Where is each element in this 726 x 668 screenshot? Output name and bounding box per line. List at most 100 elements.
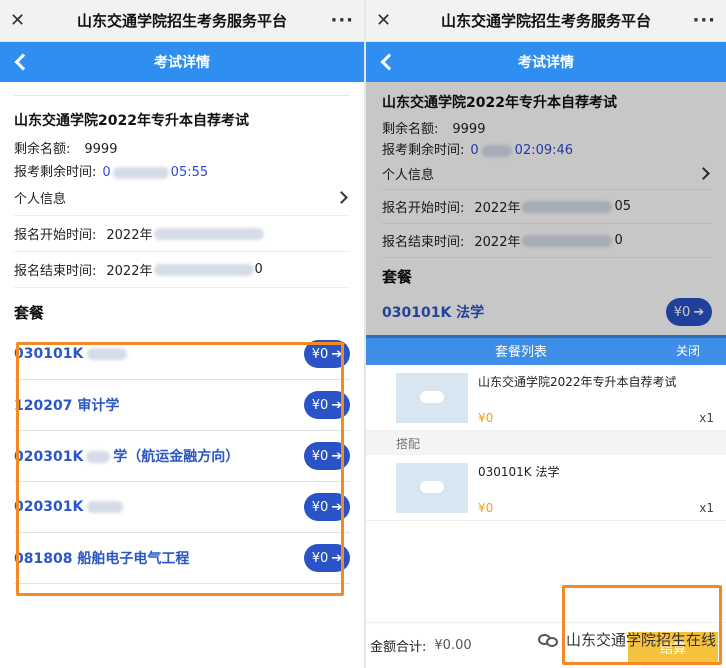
package-item[interactable]: 120207 审计学 ¥0 ➔ <box>14 380 350 431</box>
back-button[interactable] <box>372 46 400 78</box>
personal-info-row[interactable]: 个人信息 <box>382 158 712 190</box>
price-label: ¥0 <box>311 448 329 464</box>
reg-end-tail: 0 <box>254 262 263 277</box>
sheet-title: 套餐列表 <box>494 344 547 360</box>
close-icon[interactable]: ✕ <box>376 11 400 30</box>
sheet-header: 套餐列表 关闭 <box>366 335 726 365</box>
package-code: 020301K <box>14 499 84 515</box>
total-label: 金额合计: <box>370 640 427 655</box>
chevron-right-icon <box>697 167 710 180</box>
reg-start-row: 报名开始时间: 2022年 <box>14 216 350 252</box>
arrow-right-icon: ➔ <box>331 397 343 413</box>
reg-start-label: 报名开始时间: <box>14 228 97 243</box>
image-placeholder-icon <box>396 373 468 423</box>
price-button[interactable]: ¥0 ➔ <box>666 298 712 326</box>
exam-title: 山东交通学院2022年专升本自荐考试 <box>382 95 617 111</box>
countdown: 报考剩余时间: 0 05:55 <box>14 161 350 180</box>
price-button[interactable]: ¥0 ➔ <box>304 391 350 419</box>
packages-heading: 套餐 <box>382 268 413 286</box>
addon-heading: 搭配 <box>366 431 726 455</box>
wechat-icon <box>537 632 560 648</box>
price-label: ¥0 <box>311 346 329 362</box>
chevron-right-icon <box>335 191 348 204</box>
personal-info-label: 个人信息 <box>14 192 67 207</box>
reg-end-label: 报名结束时间: <box>14 264 97 279</box>
more-icon[interactable]: ··· <box>330 10 354 31</box>
packages-heading: 套餐 <box>14 304 45 322</box>
watermark: 山东交通学院招生在线 <box>537 629 716 650</box>
package-item[interactable]: 030101K ¥0 ➔ <box>14 329 350 380</box>
wechat-title: 山东交通学院招生考务服务平台 <box>76 12 287 30</box>
app-header: 考试详情 <box>366 42 726 82</box>
app-header: 考试详情 <box>0 42 364 82</box>
chevron-left-icon <box>380 53 398 71</box>
image-placeholder-icon <box>396 463 468 513</box>
personal-info-row[interactable]: 个人信息 <box>14 180 350 216</box>
arrow-right-icon: ➔ <box>331 346 343 362</box>
close-icon[interactable]: ✕ <box>10 11 34 30</box>
item-name: 山东交通学院2022年专升本自荐考试 <box>478 375 677 389</box>
countdown-label: 报考剩余时间: <box>382 143 465 158</box>
remaining-quota: 剩余名额: 9999 <box>382 118 712 137</box>
remaining-label: 剩余名额: <box>382 122 439 137</box>
package-label: 030101K 法学 <box>382 305 485 321</box>
price-label: ¥0 <box>311 550 329 566</box>
price-label: ¥0 <box>311 397 329 413</box>
wechat-titlebar: ✕ 山东交通学院招生考务服务平台 ··· <box>366 0 726 42</box>
reg-end-label: 报名结束时间: <box>382 235 465 250</box>
package-item[interactable]: 030101K 法学 ¥0 ➔ <box>382 289 712 335</box>
reg-start-tail: 05 <box>614 199 632 214</box>
left-screenshot: ✕ 山东交通学院招生考务服务平台 ··· 考试详情 山东交通学院2022年专升本… <box>0 0 364 668</box>
more-icon[interactable]: ··· <box>692 10 716 31</box>
reg-end-row: 报名结束时间: 2022年 0 <box>382 224 712 258</box>
price-button[interactable]: ¥0 ➔ <box>304 544 350 572</box>
reg-start-value: 2022年 <box>474 201 521 216</box>
total-value: ¥0.00 <box>434 638 472 653</box>
reg-start-value: 2022年 <box>106 228 153 243</box>
arrow-right-icon: ➔ <box>331 448 343 464</box>
price-button[interactable]: ¥0 ➔ <box>304 340 350 368</box>
watermark-text: 山东交通学院招生在线 <box>565 631 716 649</box>
redacted-blur <box>112 166 169 179</box>
countdown-tail: 05:55 <box>170 165 209 180</box>
wechat-titlebar: ✕ 山东交通学院招生考务服务平台 ··· <box>0 0 364 42</box>
package-item[interactable]: 020301K 学（航运金融方向） ¥0 ➔ <box>14 431 350 482</box>
right-screenshot: ✕ 山东交通学院招生考务服务平台 ··· 考试详情 山东交通学院2022年专升本… <box>366 0 726 668</box>
item-quantity: x1 <box>699 411 714 425</box>
back-button[interactable] <box>6 46 34 78</box>
redacted-blur <box>481 144 512 157</box>
wechat-title: 山东交通学院招生考务服务平台 <box>440 12 651 30</box>
item-price: ¥0 <box>478 501 494 515</box>
package-item[interactable]: 081808 船舶电子电气工程 ¥0 ➔ <box>14 533 350 584</box>
package-code: 030101K <box>14 346 84 362</box>
package-item[interactable]: 020301K ¥0 ➔ <box>14 482 350 533</box>
price-button[interactable]: ¥0 ➔ <box>304 442 350 470</box>
package-name: 船舶电子电气工程 <box>77 551 190 567</box>
remaining-value: 9999 <box>452 122 486 137</box>
package-code: 081808 <box>14 551 73 567</box>
page-title: 考试详情 <box>518 55 574 71</box>
price-label: ¥0 <box>673 304 691 320</box>
chevron-left-icon <box>14 53 32 71</box>
cart-item: 030101K 法学 ¥0 x1 <box>366 455 726 521</box>
redacted-blur <box>522 234 613 247</box>
package-code: 120207 <box>14 398 73 414</box>
sheet-close-button[interactable]: 关闭 <box>676 342 726 359</box>
cart-item: 山东交通学院2022年专升本自荐考试 ¥0 x1 <box>366 365 726 431</box>
arrow-right-icon: ➔ <box>693 304 705 320</box>
arrow-right-icon: ➔ <box>331 499 343 515</box>
reg-start-row: 报名开始时间: 2022年 05 <box>382 190 712 224</box>
price-label: ¥0 <box>311 499 329 515</box>
countdown: 报考剩余时间: 0 02:09:46 <box>382 139 712 158</box>
personal-info-label: 个人信息 <box>382 168 435 183</box>
remaining-quota: 剩余名额: 9999 <box>14 138 350 157</box>
page-title: 考试详情 <box>154 55 210 71</box>
redacted-blur <box>87 348 128 360</box>
reg-end-value: 2022年 <box>474 235 521 250</box>
price-button[interactable]: ¥0 ➔ <box>304 493 350 521</box>
redacted-blur <box>86 451 111 463</box>
redacted-blur <box>154 227 265 240</box>
exam-title: 山东交通学院2022年专升本自荐考试 <box>14 113 249 129</box>
item-name: 030101K 法学 <box>478 465 560 479</box>
redacted-blur <box>87 501 124 513</box>
